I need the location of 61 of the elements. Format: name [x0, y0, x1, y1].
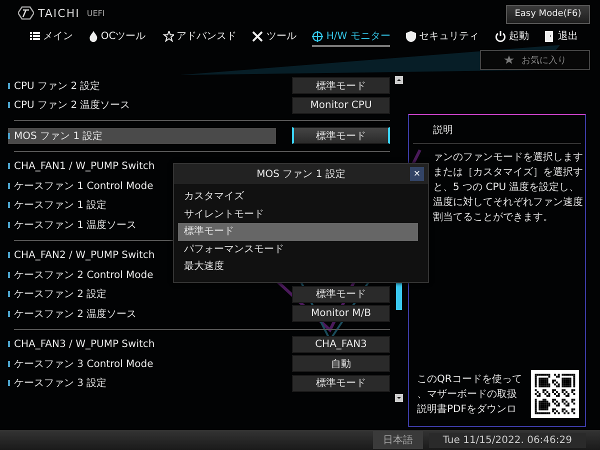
date-time: Tue 11/15/2022. 06:46:29	[428, 432, 586, 448]
qr-code-icon	[531, 370, 579, 418]
setting-value-button[interactable]: Monitor M/B	[292, 305, 390, 322]
list-icon	[30, 31, 40, 41]
logo-icon	[18, 6, 34, 20]
nav-tab[interactable]: メイン	[30, 27, 73, 47]
favorites-button[interactable]: お気に入り	[480, 50, 590, 70]
setting-value-button[interactable]: Monitor CPU	[292, 96, 390, 114]
brand-suffix: UEFI	[86, 8, 105, 18]
setting-row[interactable]: CPU ファン 2 設定	[8, 78, 104, 94]
setting-row[interactable]: MOS ファン 1 設定	[8, 128, 276, 144]
nav-tab[interactable]: H/W モニター	[312, 27, 390, 47]
nav-tab[interactable]: 起動	[495, 27, 530, 47]
description-text: 割当てることができます。	[433, 210, 554, 225]
dialog-title: MOS ファン 1 設定	[256, 168, 346, 181]
setting-row[interactable]: CHA_FAN2 / W_PUMP Switch	[8, 247, 159, 264]
easy-mode-button[interactable]: Easy Mode(F6)	[506, 4, 590, 24]
language-button[interactable]: 日本語	[372, 431, 423, 449]
setting-row[interactable]: CHA_FAN1 / W_PUMP Switch	[8, 158, 159, 174]
description-text: と、5 つの CPU 温度を設定し、	[433, 180, 579, 195]
nav-tab[interactable]: ツール	[252, 27, 296, 47]
setting-value-button[interactable]: CHA_FAN3	[292, 336, 390, 353]
scroll-down-icon[interactable]	[395, 394, 403, 402]
option-item[interactable]: サイレントモード	[178, 206, 418, 223]
power-icon	[495, 30, 506, 42]
setting-value-button[interactable]: 標準モード	[292, 286, 390, 303]
option-item[interactable]: パフォーマンスモード	[178, 240, 418, 258]
target-icon	[312, 30, 324, 42]
setting-value-button[interactable]: 標準モード	[292, 374, 390, 392]
setting-row[interactable]: ケースファン 2 温度ソース	[8, 306, 141, 322]
setting-row[interactable]: CPU ファン 2 温度ソース	[8, 97, 134, 114]
setting-row[interactable]: ケースファン 3 設定	[8, 375, 111, 392]
setting-row[interactable]: ケースファン 1 温度ソース	[8, 216, 141, 233]
close-button[interactable]: ×	[410, 167, 424, 181]
option-item[interactable]: 最大速度	[178, 258, 418, 276]
star-icon	[162, 30, 174, 42]
nav-tab[interactable]: OCツール	[88, 27, 146, 47]
setting-value-button[interactable]: 自動	[292, 355, 390, 372]
setting-row[interactable]: ケースファン 2 Control Mode	[8, 266, 158, 283]
setting-row[interactable]: ケースファン 1 Control Mode	[8, 178, 158, 194]
door-icon	[544, 30, 555, 42]
description-title: 説明	[413, 115, 581, 144]
setting-row[interactable]: CHA_FAN3 / W_PUMP Switch	[8, 336, 159, 352]
scrollbar-thumb[interactable]	[396, 280, 402, 310]
brand-name: TAICHI	[38, 6, 80, 20]
option-item[interactable]: 標準モード	[178, 223, 418, 240]
setting-row[interactable]: ケースファン 2 設定	[8, 286, 111, 302]
setting-row[interactable]: ケースファン 1 設定	[8, 197, 111, 214]
qr-caption: 説明書PDFをダウンロ	[417, 402, 518, 416]
star-icon	[504, 55, 514, 65]
nav-tab[interactable]: 退出	[544, 27, 578, 47]
setting-value-button[interactable]: 標準モード	[292, 77, 390, 94]
nav-tab[interactable]: セキュリティ	[406, 27, 480, 47]
setting-value-button[interactable]: 標準モード	[292, 127, 390, 144]
nav-tab[interactable]: アドバンスド	[162, 27, 237, 47]
shield-icon	[406, 30, 416, 42]
setting-row[interactable]: ケースファン 3 Control Mode	[8, 356, 158, 372]
scroll-up-icon[interactable]	[395, 76, 403, 84]
option-item[interactable]: カスタマイズ	[178, 188, 418, 206]
qr-caption: このQRコードを使って	[417, 372, 522, 386]
qr-caption: 、マザーボードの取扱	[417, 388, 518, 402]
